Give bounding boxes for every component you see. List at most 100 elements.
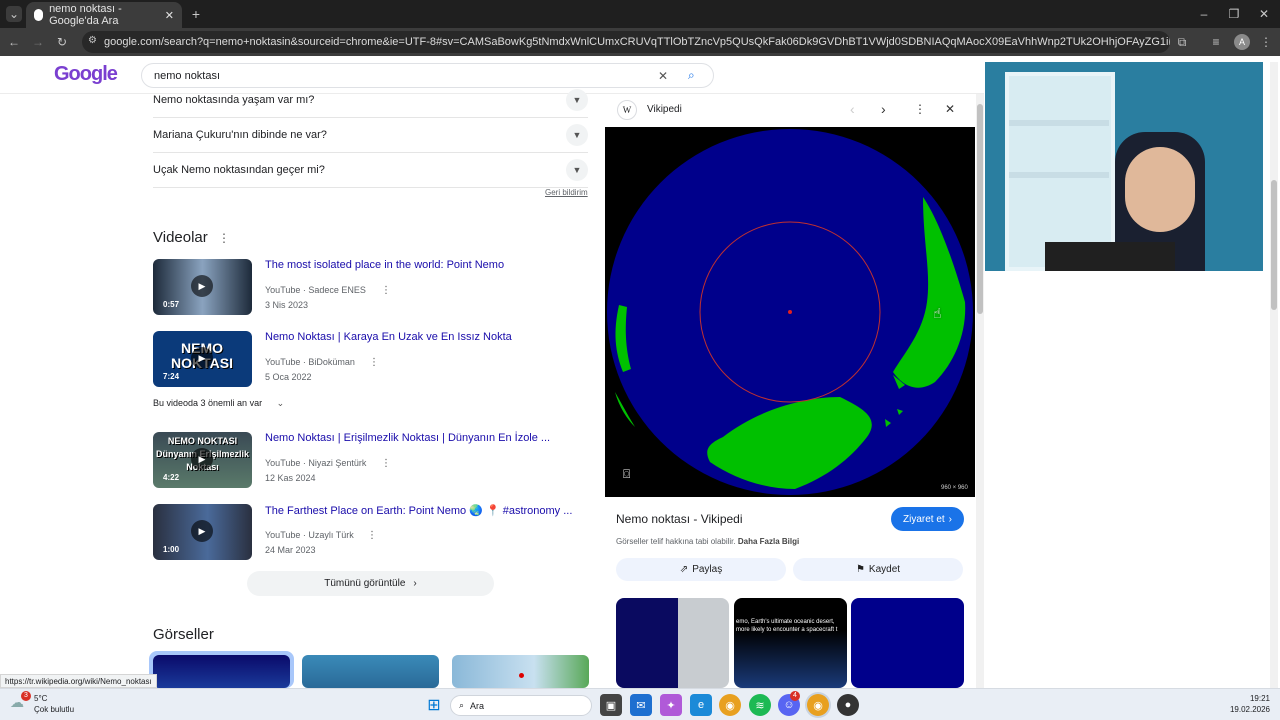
chevron-down-icon[interactable]: ▼ [566,89,588,111]
video-title[interactable]: Nemo Noktası | Karaya En Uzak ve En Issı… [265,331,512,343]
chrome-icon[interactable]: ◉ [719,694,741,716]
windows-start-icon[interactable]: ⊞ [423,694,445,716]
clear-icon[interactable]: ✕ [658,69,668,83]
video-title[interactable]: The Farthest Place on Earth: Point Nemo … [265,504,572,517]
video-title[interactable]: The most isolated place in the world: Po… [265,259,504,271]
video-source: YouTube · Uzaylı Türk [265,530,354,540]
video-date: 5 Oca 2022 [265,372,312,382]
videos-heading: Videolar [153,229,208,246]
visit-button[interactable]: Ziyaret et › [891,507,964,531]
copyright-note: Görseller telif hakkına tabi olabilir. D… [616,537,799,546]
video-result[interactable]: NEMO NOKTASI ▶ 7:24 Nemo Noktası | Karay… [153,331,588,393]
video-thumbnail[interactable]: ▶ 0:57 [153,259,252,315]
copyright-text: Görseller telif hakkına tabi olabilir. [616,537,736,546]
media-icon[interactable]: ≡ [1208,34,1224,50]
image-result[interactable] [149,651,294,688]
more-options-icon[interactable]: ⋮ [914,102,926,116]
taskbar-search[interactable]: ⌕ Ara [450,695,592,716]
save-button[interactable]: ⚑ Kaydet [793,558,963,581]
close-icon[interactable]: ✕ [945,102,955,116]
video-result[interactable]: ▶ 1:00 The Farthest Place on Earth: Poin… [153,504,588,566]
video-thumbnail[interactable]: ▶ 1:00 [153,504,252,560]
share-button[interactable]: ⇗ Paylaş [616,558,786,581]
more-options-icon[interactable]: ⋮ [381,285,391,296]
video-duration: 4:22 [163,473,180,482]
panel-source[interactable]: Vikipedi [647,104,682,115]
more-info-link[interactable]: Daha Fazla Bilgi [738,537,799,546]
panel-scrollbar[interactable] [976,94,984,688]
more-options-icon[interactable]: ⋮ [218,231,230,245]
weather-badge: 3 [21,691,31,701]
tab-list-icon[interactable]: ⌄ [6,6,22,22]
key-moments-toggle[interactable]: Bu videoda 3 önemli an var ⌄ [153,398,284,409]
app-icon[interactable]: ● [837,694,859,716]
browser-tab[interactable]: nemo noktası - Google'da Ara ✕ [26,2,182,28]
chevron-down-icon[interactable]: ▼ [566,159,588,181]
profile-avatar[interactable]: A [1234,34,1250,50]
show-all-label: Tümünü görüntüle [324,578,406,589]
previous-icon[interactable]: ‹ [850,101,855,117]
new-tab-icon[interactable]: + [188,6,204,22]
image-result[interactable] [302,655,439,688]
video-result[interactable]: ▶ 0:57 The most isolated place in the wo… [153,259,588,321]
weather-widget[interactable]: ☁ 3 [10,691,31,714]
video-thumbnail[interactable]: NEMO NOKTASI ▶ 7:24 [153,331,252,387]
lens-icon[interactable]: ⌼ [623,467,630,482]
chrome-active-icon[interactable]: ◉ [807,694,829,716]
outlook-icon[interactable]: ✉ [630,694,652,716]
more-options-icon[interactable]: ⋮ [367,530,377,541]
reload-icon[interactable]: ↻ [54,34,70,50]
menu-icon[interactable]: ⋮ [1258,34,1274,50]
edge-icon[interactable]: e [690,694,712,716]
visit-label: Ziyaret et [902,513,945,525]
share-label: Paylaş [692,564,723,575]
tab-title: nemo noktası - Google'da Ara [49,3,122,27]
related-image[interactable] [616,598,729,688]
restore-icon[interactable]: ❐ [1226,6,1242,22]
video-duration: 0:57 [163,300,180,309]
related-image[interactable]: emo, Earth's ultimate oceanic desert, mo… [734,598,847,688]
taskbar-search-label: Ara [470,700,485,711]
video-date: 24 Mar 2023 [265,545,316,555]
address-bar[interactable]: ⚙ google.com/search?q=nemo+noktasin&sour… [82,31,1170,53]
clock-date: 19.02.2026 [1229,705,1270,714]
task-view-icon[interactable]: ▣ [600,694,622,716]
video-thumbnail[interactable]: NEMO NOKTASI Dünyanın Erişilmezlik Nokta… [153,432,252,488]
page-scrollbar[interactable] [1270,62,1278,688]
minimize-icon[interactable]: – [1196,6,1212,22]
weather-desc: Çok bulutlu [34,705,75,714]
bookmark-icon: ⚑ [855,564,865,575]
site-info-icon[interactable]: ⚙ [88,35,97,46]
next-icon[interactable]: › [881,101,886,117]
extensions-icon[interactable]: ⧉ [1174,34,1190,50]
faq-question: Mariana Çukuru'nın dibinde ne var? [153,129,327,141]
tab-close-icon[interactable]: ✕ [165,9,174,22]
image-result[interactable] [452,655,589,688]
faq-item[interactable]: Uçak Nemo noktasından geçer mi? ▼ [153,153,588,188]
google-logo[interactable]: Google [54,63,118,86]
more-options-icon[interactable]: ⋮ [381,458,391,469]
spotify-icon[interactable]: ≋ [749,694,771,716]
back-icon[interactable]: ← [6,34,22,50]
feedback-link[interactable]: Geri bildirim [545,188,588,197]
chevron-right-icon: › [413,578,417,589]
more-options-icon[interactable]: ⋮ [369,357,379,368]
search-input[interactable]: nemo noktası [154,70,220,82]
play-icon: ▶ [191,448,213,470]
related-image[interactable] [851,598,964,688]
map-marker-icon [519,673,524,678]
nemo-map-image[interactable]: ⌼ 960 × 960 [605,127,975,497]
search-icon[interactable]: ⌕ [688,68,695,83]
chevron-down-icon[interactable]: ▼ [566,124,588,146]
faq-item[interactable]: Mariana Çukuru'nın dibinde ne var? ▼ [153,118,588,153]
show-all-videos-button[interactable]: Tümünü görüntüle › [247,571,494,596]
webcam-overlay [985,62,1263,271]
close-window-icon[interactable]: ✕ [1256,6,1272,22]
copilot-icon[interactable]: ✦ [660,694,682,716]
faq-item[interactable]: Nemo noktasında yaşam var mı? ▼ [153,83,588,118]
play-icon: ▶ [191,347,213,369]
video-title[interactable]: Nemo Noktası | Erişilmezlik Noktası | Dü… [265,432,550,444]
panel-title[interactable]: Nemo noktası - Vikipedi [616,512,743,526]
video-result[interactable]: NEMO NOKTASI Dünyanın Erişilmezlik Nokta… [153,432,588,494]
forward-icon[interactable]: → [30,34,46,50]
